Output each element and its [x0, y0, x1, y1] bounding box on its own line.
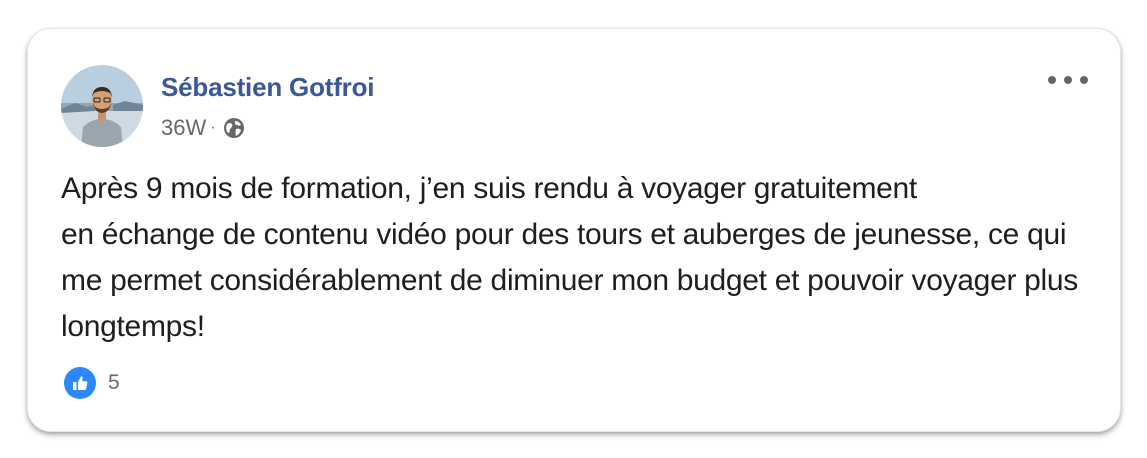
post-card: Sébastien Gotfroi 36W · Après 9 mois de …	[27, 28, 1121, 432]
meta-separator: ·	[210, 119, 216, 136]
ellipsis-icon-dot	[1048, 76, 1056, 84]
post-text-highlight: j’en suis rendu à voyager gratuitement	[419, 172, 917, 207]
post-timestamp[interactable]: 36W	[161, 115, 206, 141]
like-icon	[64, 367, 96, 399]
post-text-highlight: en échange de contenu vidéo	[61, 218, 447, 253]
post-meta: 36W ·	[161, 113, 246, 143]
post-text: Après 9 mois de formation, j’en suis ren…	[61, 166, 1101, 350]
reactions-summary[interactable]: 5	[64, 367, 120, 399]
post-text-intro: Après 9 mois de formation,	[61, 172, 420, 205]
author-name[interactable]: Sébastien Gotfroi	[161, 72, 374, 103]
avatar[interactable]	[61, 65, 143, 147]
reaction-count[interactable]: 5	[108, 371, 120, 395]
ellipsis-icon-dot	[1064, 76, 1072, 84]
more-options-button[interactable]	[1048, 67, 1088, 93]
globe-icon[interactable]	[222, 116, 246, 140]
ellipsis-icon-dot	[1080, 76, 1088, 84]
